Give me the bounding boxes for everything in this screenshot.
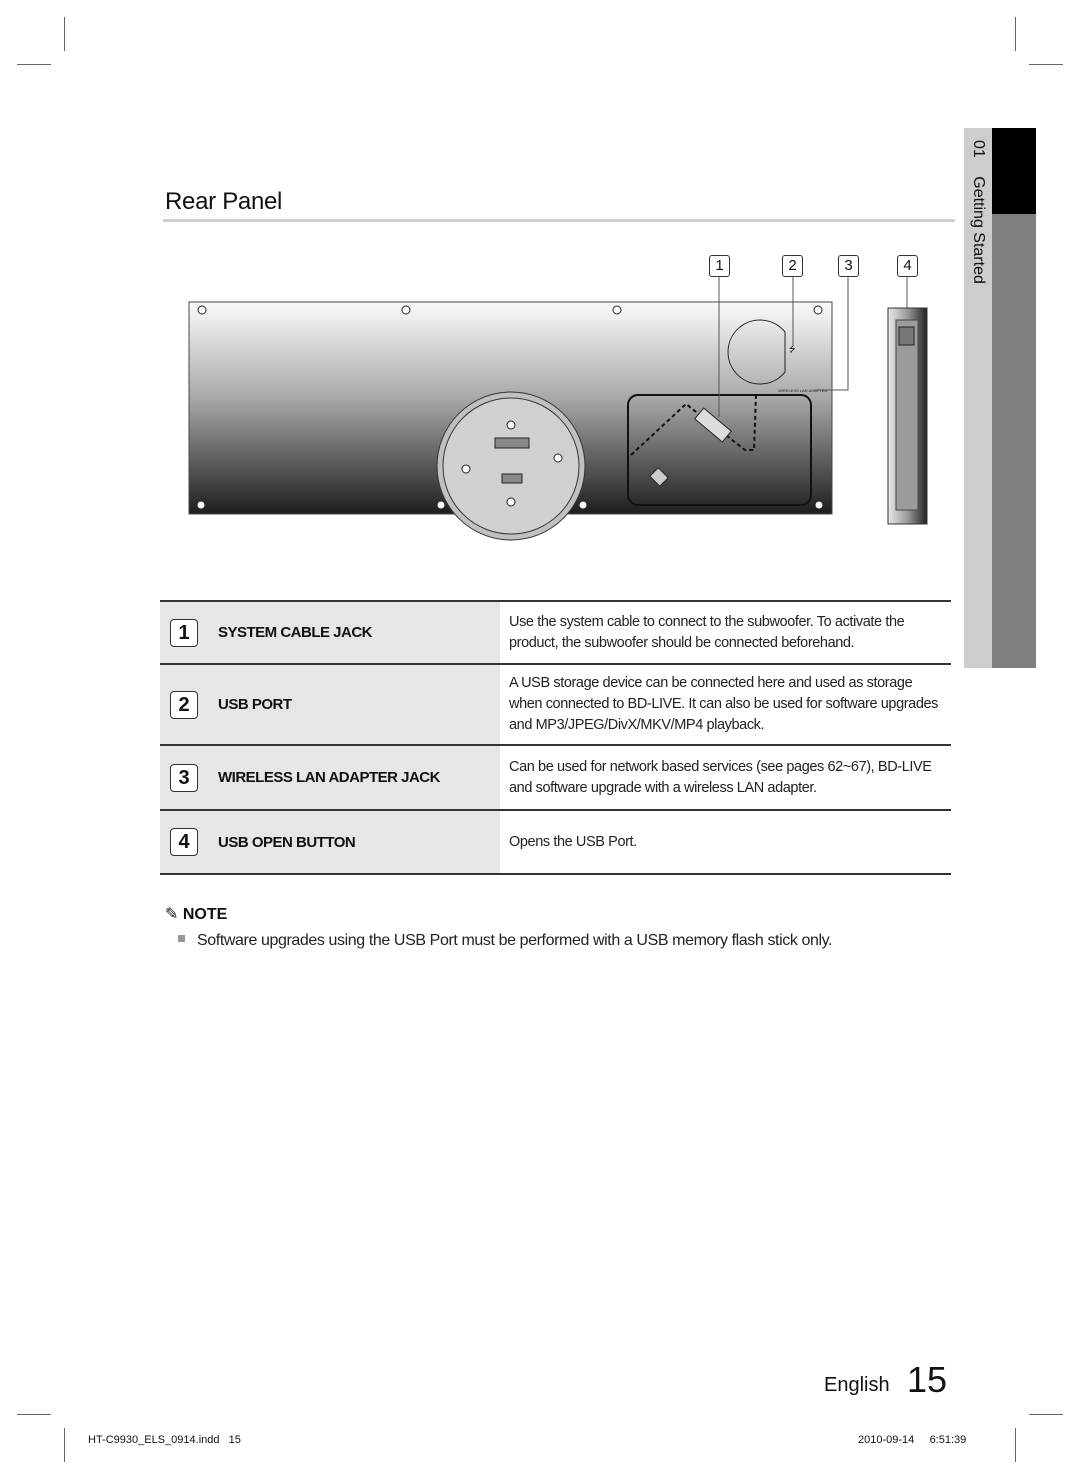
item-label: WIRELESS LAN ADAPTER JACK (218, 769, 440, 786)
crop-mark (17, 1414, 51, 1415)
spec-table: 1 SYSTEM CABLE JACK Use the system cable… (160, 600, 951, 875)
crop-mark (64, 1428, 65, 1462)
side-tab-label: 01 Getting Started (964, 140, 992, 284)
side-tab-bar (992, 214, 1036, 668)
footer-language: English (824, 1374, 890, 1396)
item-description: Opens the USB Port. (509, 833, 637, 850)
crop-mark (1029, 1414, 1063, 1415)
item-label: USB PORT (218, 696, 292, 713)
note-text: Software upgrades using the USB Port mus… (197, 932, 833, 949)
title-rule (163, 219, 955, 222)
callout-3: 3 (838, 255, 859, 277)
callout-1: 1 (709, 255, 730, 277)
callout-2: 2 (782, 255, 803, 277)
table-row: 4 USB OPEN BUTTON Opens the USB Port. (160, 810, 951, 874)
item-label: SYSTEM CABLE JACK (218, 624, 373, 641)
item-number: 2 (170, 690, 198, 719)
side-tab-marker (992, 128, 1036, 214)
item-description: Use the system cable to connect to the s… (509, 613, 905, 651)
note-heading: ✎ NOTE (165, 904, 227, 924)
item-number: 1 (170, 618, 198, 647)
table-row: 2 USB PORT A USB storage device can be c… (160, 664, 951, 745)
page-title: Rear Panel (165, 188, 283, 215)
slug-timestamp: 2010-09-14 6:51:39 (858, 1434, 966, 1446)
slug-filename: HT-C9930_ELS_0914.indd 15 (88, 1434, 241, 1446)
svg-text:⭍: ⭍ (789, 345, 796, 354)
slug-date: 2010-09-14 (858, 1434, 915, 1446)
item-label: USB OPEN BUTTON (218, 833, 356, 851)
chapter-number: 01 (970, 140, 987, 158)
note-title: NOTE (182, 906, 228, 923)
crop-mark (1029, 64, 1063, 65)
crop-mark (1015, 1428, 1016, 1462)
crop-mark (64, 17, 65, 51)
item-description: Can be used for network based services (… (509, 758, 932, 796)
page-number: 15 (907, 1359, 948, 1400)
crop-mark (1015, 17, 1016, 51)
item-number: 3 (170, 763, 198, 792)
callout-4: 4 (897, 255, 918, 277)
table-row: 1 SYSTEM CABLE JACK Use the system cable… (160, 601, 951, 664)
crop-mark (17, 64, 51, 65)
pencil-icon: ✎ (165, 906, 179, 923)
item-description: A USB storage device can be connected he… (509, 675, 939, 733)
chapter-title: Getting Started (970, 176, 987, 284)
note-item: Software upgrades using the USB Port mus… (178, 932, 833, 950)
rear-panel-illustration: ⭍ WIRELESS LAN ADAPTER (188, 276, 928, 541)
item-number: 4 (170, 828, 198, 856)
square-bullet-icon (178, 935, 185, 943)
slug-time: 6:51:39 (929, 1434, 967, 1446)
table-row: 3 WIRELESS LAN ADAPTER JACK Can be used … (160, 745, 951, 810)
